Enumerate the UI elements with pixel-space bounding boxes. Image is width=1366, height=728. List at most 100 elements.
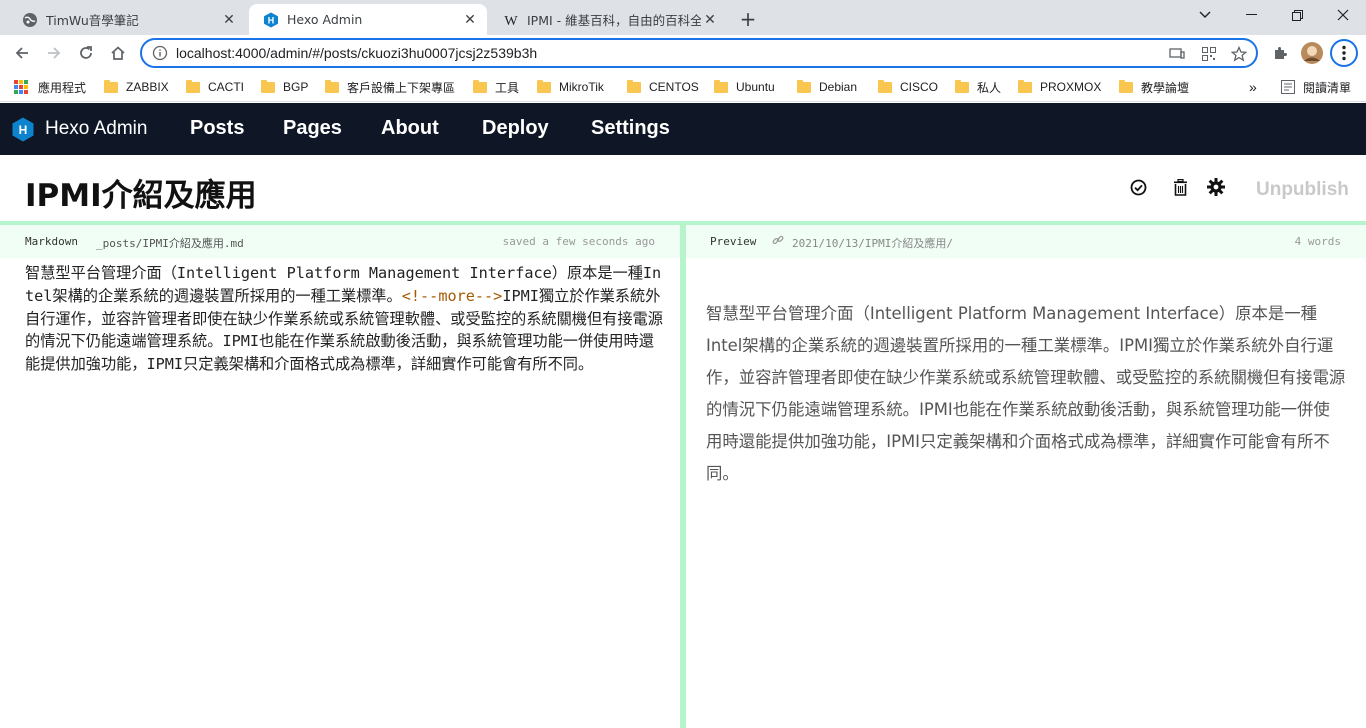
app-navbar: H Hexo Admin Posts Pages About Deploy Se…	[0, 103, 1366, 155]
bookmark-folder[interactable]: MikroTik	[537, 77, 604, 97]
close-tab-icon[interactable]: ✕	[220, 11, 238, 29]
svg-text:H: H	[19, 123, 28, 137]
bookmark-folder[interactable]: 私人	[955, 77, 1001, 97]
tab-title: IPMI - 維基百科，自由的百科全書	[527, 13, 701, 28]
bookmark-label: MikroTik	[559, 80, 604, 94]
bookmark-label: Ubuntu	[736, 80, 775, 94]
nav-settings[interactable]: Settings	[591, 117, 670, 140]
bookmark-label: 教學論壇	[1141, 80, 1190, 95]
bookmark-folder[interactable]: ZABBIX	[104, 77, 169, 97]
pane-divider[interactable]	[680, 225, 686, 728]
save-status: saved a few seconds ago	[502, 235, 655, 248]
home-icon[interactable]	[104, 39, 132, 67]
extensions-puzzle-icon[interactable]	[1266, 39, 1294, 67]
bookmark-label: CENTOS	[649, 80, 699, 94]
bookmark-folder[interactable]: PROXMOX	[1018, 77, 1101, 97]
browser-toolbar: localhost:4000/admin/#/posts/ckuozi3hu00…	[0, 35, 1366, 71]
nav-posts[interactable]: Posts	[190, 117, 244, 140]
post-permalink[interactable]: 2021/10/13/IPMI介紹及應用/	[792, 235, 953, 251]
close-window-icon[interactable]	[1320, 0, 1366, 30]
editor-mode-label: Markdown	[25, 235, 78, 248]
reading-list-button[interactable]: 閱讀清單	[1281, 77, 1351, 97]
editor-meta-bar: Markdown _posts/IPMI介紹及應用.md saved a few…	[0, 225, 680, 258]
cast-icon[interactable]	[1168, 45, 1186, 63]
more-tag: <!--more-->	[401, 286, 503, 305]
folder-icon	[714, 79, 728, 93]
bookmark-apps[interactable]: 應用程式	[14, 77, 86, 97]
folder-icon	[104, 79, 118, 93]
browser-tab-strip: TimWu音學筆記 ✕ H Hexo Admin ✕ W IPMI - 維基百科…	[0, 0, 1366, 35]
folder-icon	[261, 79, 275, 93]
markdown-editor[interactable]: 智慧型平台管理介面（Intelligent Platform Managemen…	[25, 262, 665, 376]
folder-icon	[1018, 79, 1032, 93]
bookmark-folder[interactable]: CACTI	[186, 77, 244, 97]
bookmark-label: BGP	[283, 80, 309, 94]
folder-icon	[627, 79, 641, 93]
browser-tab-wikipedia[interactable]: W IPMI - 維基百科，自由的百科全書 ✕	[489, 4, 727, 35]
reading-list-label: 閱讀清單	[1303, 80, 1352, 95]
svg-text:H: H	[268, 15, 275, 25]
trash-icon[interactable]	[1170, 177, 1190, 197]
browser-tab-hexo-admin[interactable]: H Hexo Admin ✕	[249, 4, 487, 35]
tab-title: Hexo Admin	[287, 12, 363, 27]
gear-icon[interactable]	[1206, 177, 1226, 197]
bookmark-folder[interactable]: CENTOS	[627, 77, 699, 97]
bookmark-label: 應用程式	[38, 80, 87, 95]
forward-arrow-icon[interactable]	[40, 39, 68, 67]
hexo-logo-icon: H	[12, 117, 34, 142]
plus-icon: +	[739, 7, 757, 31]
close-tab-icon[interactable]: ✕	[461, 11, 479, 29]
folder-icon	[325, 79, 339, 93]
folder-icon	[878, 79, 892, 93]
post-file-path: _posts/IPMI介紹及應用.md	[96, 237, 244, 250]
brand-name: Hexo Admin	[45, 118, 148, 139]
link-icon	[772, 234, 784, 249]
chevron-double-right-icon: »	[1249, 79, 1257, 95]
bookmark-folder[interactable]: Debian	[797, 77, 857, 97]
profile-avatar[interactable]	[1298, 39, 1326, 67]
close-tab-icon[interactable]: ✕	[701, 11, 719, 29]
post-header: IPMI介紹及應用 Unpublish	[0, 155, 1366, 221]
browser-tab-timwu[interactable]: TimWu音學筆記 ✕	[8, 4, 246, 35]
url-text[interactable]: localhost:4000/admin/#/posts/ckuozi3hu00…	[176, 45, 537, 61]
bookmark-star-icon[interactable]	[1230, 45, 1248, 63]
info-icon[interactable]	[152, 45, 168, 61]
reload-icon[interactable]	[72, 39, 100, 67]
bookmarks-overflow-button[interactable]: »	[1249, 77, 1257, 97]
restore-icon[interactable]	[1274, 0, 1320, 30]
bookmark-label: ZABBIX	[126, 80, 169, 94]
tab-title: TimWu音學筆記	[46, 13, 139, 28]
reading-list-icon	[1281, 80, 1295, 94]
bookmark-label: CISCO	[900, 80, 939, 94]
bookmark-folder[interactable]: CISCO	[878, 77, 938, 97]
bookmark-label: PROXMOX	[1040, 80, 1102, 94]
address-bar[interactable]: localhost:4000/admin/#/posts/ckuozi3hu00…	[140, 38, 1258, 68]
post-title: IPMI介紹及應用	[25, 178, 257, 214]
hexo-icon: H	[263, 12, 279, 28]
bookmark-folder[interactable]: BGP	[261, 77, 308, 97]
nav-deploy[interactable]: Deploy	[482, 117, 549, 140]
tab-search-chevron-down-icon[interactable]	[1182, 0, 1228, 30]
new-tab-button[interactable]: +	[734, 5, 762, 33]
unpublish-button[interactable]: Unpublish	[1256, 179, 1349, 201]
bookmark-folder[interactable]: 客戶設備上下架專區	[325, 77, 455, 97]
apps-icon	[14, 80, 28, 94]
qr-code-icon[interactable]	[1200, 45, 1218, 63]
brand[interactable]: H Hexo Admin	[12, 117, 147, 142]
nav-pages[interactable]: Pages	[283, 117, 342, 140]
bookmark-folder[interactable]: Ubuntu	[714, 77, 775, 97]
word-count: 4 words	[1294, 235, 1341, 248]
bookmarks-bar: 應用程式 ZABBIX CACTI BGP 客戶設備上下架專區 工具 Mikro…	[0, 71, 1366, 102]
minimize-icon[interactable]	[1228, 0, 1274, 30]
nav-about[interactable]: About	[381, 117, 439, 140]
svg-text:W: W	[504, 14, 518, 28]
folder-icon	[537, 79, 551, 93]
bookmark-folder[interactable]: 工具	[473, 77, 519, 97]
back-arrow-icon[interactable]	[8, 39, 36, 67]
bookmark-label: 工具	[495, 80, 520, 95]
bookmark-folder[interactable]: 教學論壇	[1119, 77, 1189, 97]
browser-menu-kebab-icon[interactable]	[1330, 39, 1358, 67]
check-circle-icon[interactable]	[1128, 177, 1148, 197]
bookmark-label: 客戶設備上下架專區	[347, 80, 456, 95]
bookmark-label: CACTI	[208, 80, 244, 94]
